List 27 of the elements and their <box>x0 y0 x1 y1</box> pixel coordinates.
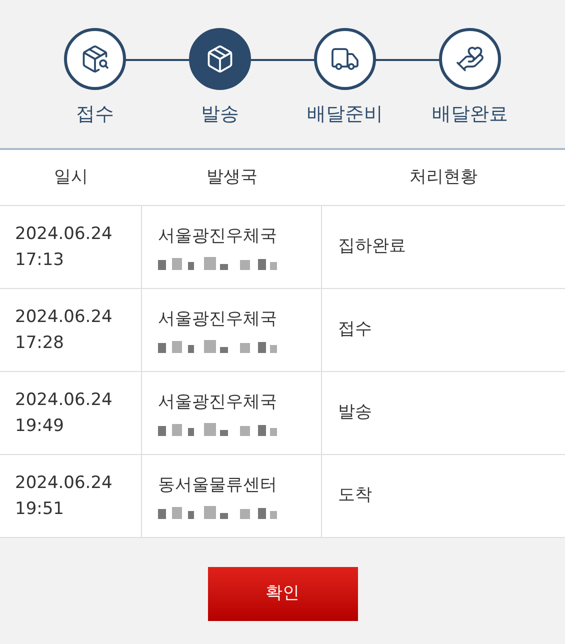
status-text: 접수 <box>338 318 372 342</box>
column-header: 발생국 <box>206 166 258 189</box>
step-label: 발송 <box>201 102 239 127</box>
package-icon <box>205 44 235 74</box>
confirm-button[interactable]: 확인 <box>208 567 358 621</box>
package-search-icon <box>80 44 110 74</box>
time-text: 19:51 <box>15 498 65 521</box>
date-text: 2024.06.24 <box>15 306 114 329</box>
office-name: 서울광진우체국 <box>158 308 278 332</box>
office-name: 서울광진우체국 <box>158 391 278 414</box>
step-label: 접수 <box>76 102 114 127</box>
hand-icon <box>455 44 485 74</box>
status-text: 발송 <box>338 401 372 424</box>
column-header: 처리현황 <box>408 166 478 189</box>
step-label: 배달완료 <box>432 102 508 127</box>
time-text: 17:13 <box>15 249 65 272</box>
column-header: 일시 <box>53 166 89 189</box>
date-text: 2024.06.24 <box>15 389 114 412</box>
status-text: 도착 <box>338 484 372 508</box>
step-label: 배달준비 <box>307 102 383 127</box>
office-name: 동서울물류센터 <box>158 474 278 498</box>
date-text: 2024.06.24 <box>15 223 114 246</box>
status-text: 집하완료 <box>338 235 406 258</box>
time-text: 19:49 <box>15 415 65 438</box>
time-text: 17:28 <box>15 332 65 355</box>
date-text: 2024.06.24 <box>15 472 114 495</box>
office-name: 서울광진우체국 <box>158 225 278 248</box>
